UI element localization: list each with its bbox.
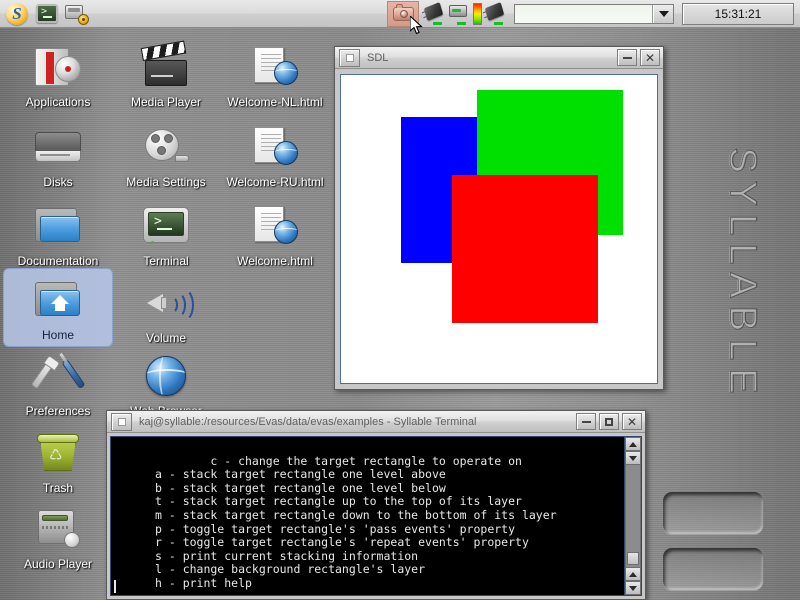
- load-gradient-indicator[interactable]: [473, 3, 482, 25]
- sdl-titlebar[interactable]: SDL ✕: [335, 47, 663, 69]
- sdl-close-button[interactable]: ✕: [640, 49, 660, 66]
- sdl-canvas[interactable]: [340, 74, 658, 384]
- audio-player-icon: [32, 504, 84, 554]
- syllable-logo-icon[interactable]: S: [4, 2, 30, 26]
- desktop-icon-label: Media Player: [131, 95, 201, 109]
- desktop-icon-volume[interactable]: Volume: [111, 272, 221, 349]
- taskbar-dropdown[interactable]: [514, 4, 674, 24]
- desktop-icon-label: Media Settings: [126, 175, 205, 189]
- terminal-close-button[interactable]: ✕: [622, 413, 642, 430]
- desktop-icon-label: Home: [42, 328, 74, 342]
- desktop-icon-label: Welcome-RU.html: [226, 175, 323, 189]
- terminal-output-text: c - change the target rectangle to opera…: [155, 454, 557, 590]
- desktop-icon-label: Documentation: [18, 254, 99, 268]
- desktop-icon-label: Applications: [26, 95, 91, 109]
- desktop-icon-label: Welcome-NL.html: [227, 95, 322, 109]
- scroll-up-button-bottom[interactable]: [625, 567, 641, 581]
- tray-monitors: [425, 3, 506, 25]
- scroll-down-button-top[interactable]: [625, 451, 641, 465]
- scrollbar-track[interactable]: [625, 465, 641, 567]
- disks-icon: [32, 122, 84, 172]
- web-browser-icon: [140, 351, 192, 401]
- disk-monitor-icon[interactable]: [449, 3, 469, 25]
- terminal-maximize-button[interactable]: [599, 413, 619, 430]
- html-document-icon: [249, 122, 301, 172]
- home-folder-icon: [32, 275, 84, 325]
- desktop-icon-audio-player[interactable]: Audio Player: [3, 498, 113, 575]
- desktop-icon-media-player[interactable]: Media Player: [111, 36, 221, 113]
- trash-icon: ♺: [32, 428, 84, 478]
- desktop-icon-label: Audio Player: [24, 557, 92, 571]
- terminal-output[interactable]: c - change the target rectangle to opera…: [111, 437, 624, 595]
- terminal-icon: [140, 201, 192, 251]
- chevron-down-icon[interactable]: [653, 5, 673, 23]
- terminal-system-menu-button[interactable]: [111, 413, 132, 431]
- terminal-scrollbar[interactable]: [624, 437, 641, 595]
- terminal-body[interactable]: c - change the target rectangle to opera…: [110, 436, 642, 596]
- desktop-icon-label: Preferences: [26, 404, 91, 418]
- desktop-icon-disks[interactable]: Disks: [3, 116, 113, 193]
- desktop-icon-label: Disks: [43, 175, 72, 189]
- desktop-icon-welcome-ru[interactable]: Welcome-RU.html: [220, 116, 330, 193]
- desktop-icon-home[interactable]: Home: [3, 268, 113, 347]
- taskbar-dropdown-value[interactable]: [515, 5, 653, 23]
- screenshot-camera-icon[interactable]: [387, 1, 419, 27]
- taskbar[interactable]: S: [0, 0, 800, 28]
- desktop-icon-welcome-nl[interactable]: Welcome-NL.html: [220, 36, 330, 113]
- syllable-logo-letter: S: [6, 3, 28, 25]
- preferences-icon: [32, 351, 84, 401]
- desktop-icon-label: Welcome.html: [237, 254, 313, 268]
- desktop-emboss-bar-top: [663, 492, 763, 534]
- desktop-icon-media-settings[interactable]: Media Settings: [111, 116, 221, 193]
- media-player-icon: [140, 42, 192, 92]
- desktop-icon-label: Terminal: [143, 254, 188, 268]
- desktop-icon-label: Volume: [146, 331, 186, 345]
- chip-monitor-icon[interactable]: [486, 3, 506, 25]
- terminal-minimize-button[interactable]: [576, 413, 596, 430]
- red-rectangle[interactable]: [452, 175, 598, 323]
- desktop-icon-terminal[interactable]: Terminal: [111, 195, 221, 272]
- preferences-launcher-icon[interactable]: [64, 2, 90, 26]
- taskbar-clock[interactable]: 15:31:21: [682, 3, 794, 25]
- syllable-brand-engraving: SYLLABLE: [712, 124, 772, 424]
- desktop-icon-welcome[interactable]: Welcome.html: [220, 195, 330, 272]
- terminal-launcher-icon[interactable]: [34, 2, 60, 26]
- terminal-titlebar[interactable]: kaj@syllable:/resources/Evas/data/evas/e…: [107, 411, 645, 433]
- folder-icon: [32, 201, 84, 251]
- terminal-cursor: [114, 580, 116, 593]
- scroll-down-button-bottom[interactable]: [625, 581, 641, 595]
- desktop-icon-trash[interactable]: ♺ Trash: [3, 422, 113, 499]
- volume-icon: [140, 278, 192, 328]
- terminal-window-title: kaj@syllable:/resources/Evas/data/evas/e…: [139, 416, 573, 428]
- desktop-icon-label: Trash: [43, 481, 73, 495]
- applications-icon: [32, 42, 84, 92]
- scrollbar-thumb[interactable]: [627, 552, 639, 565]
- sdl-window[interactable]: SDL ✕: [334, 46, 664, 390]
- syllable-brand-text: SYLLABLE: [721, 147, 764, 401]
- cpu-monitor-icon[interactable]: [425, 3, 445, 25]
- sdl-window-title: SDL: [367, 52, 614, 64]
- desktop-icon-applications[interactable]: Applications: [3, 36, 113, 113]
- sdl-system-menu-button[interactable]: [339, 49, 360, 67]
- sdl-minimize-button[interactable]: [617, 49, 637, 66]
- html-document-icon: [249, 201, 301, 251]
- screen: SYLLABLE Applications Disks Documentatio…: [0, 0, 800, 600]
- media-settings-icon: [140, 122, 192, 172]
- desktop-icon-documentation[interactable]: Documentation: [3, 195, 113, 272]
- desktop-icon-preferences[interactable]: Preferences: [3, 345, 113, 422]
- desktop-emboss-bar-bottom: [663, 548, 763, 590]
- html-document-icon: [249, 42, 301, 92]
- scroll-up-button-top[interactable]: [625, 437, 641, 451]
- terminal-window[interactable]: kaj@syllable:/resources/Evas/data/evas/e…: [106, 410, 646, 600]
